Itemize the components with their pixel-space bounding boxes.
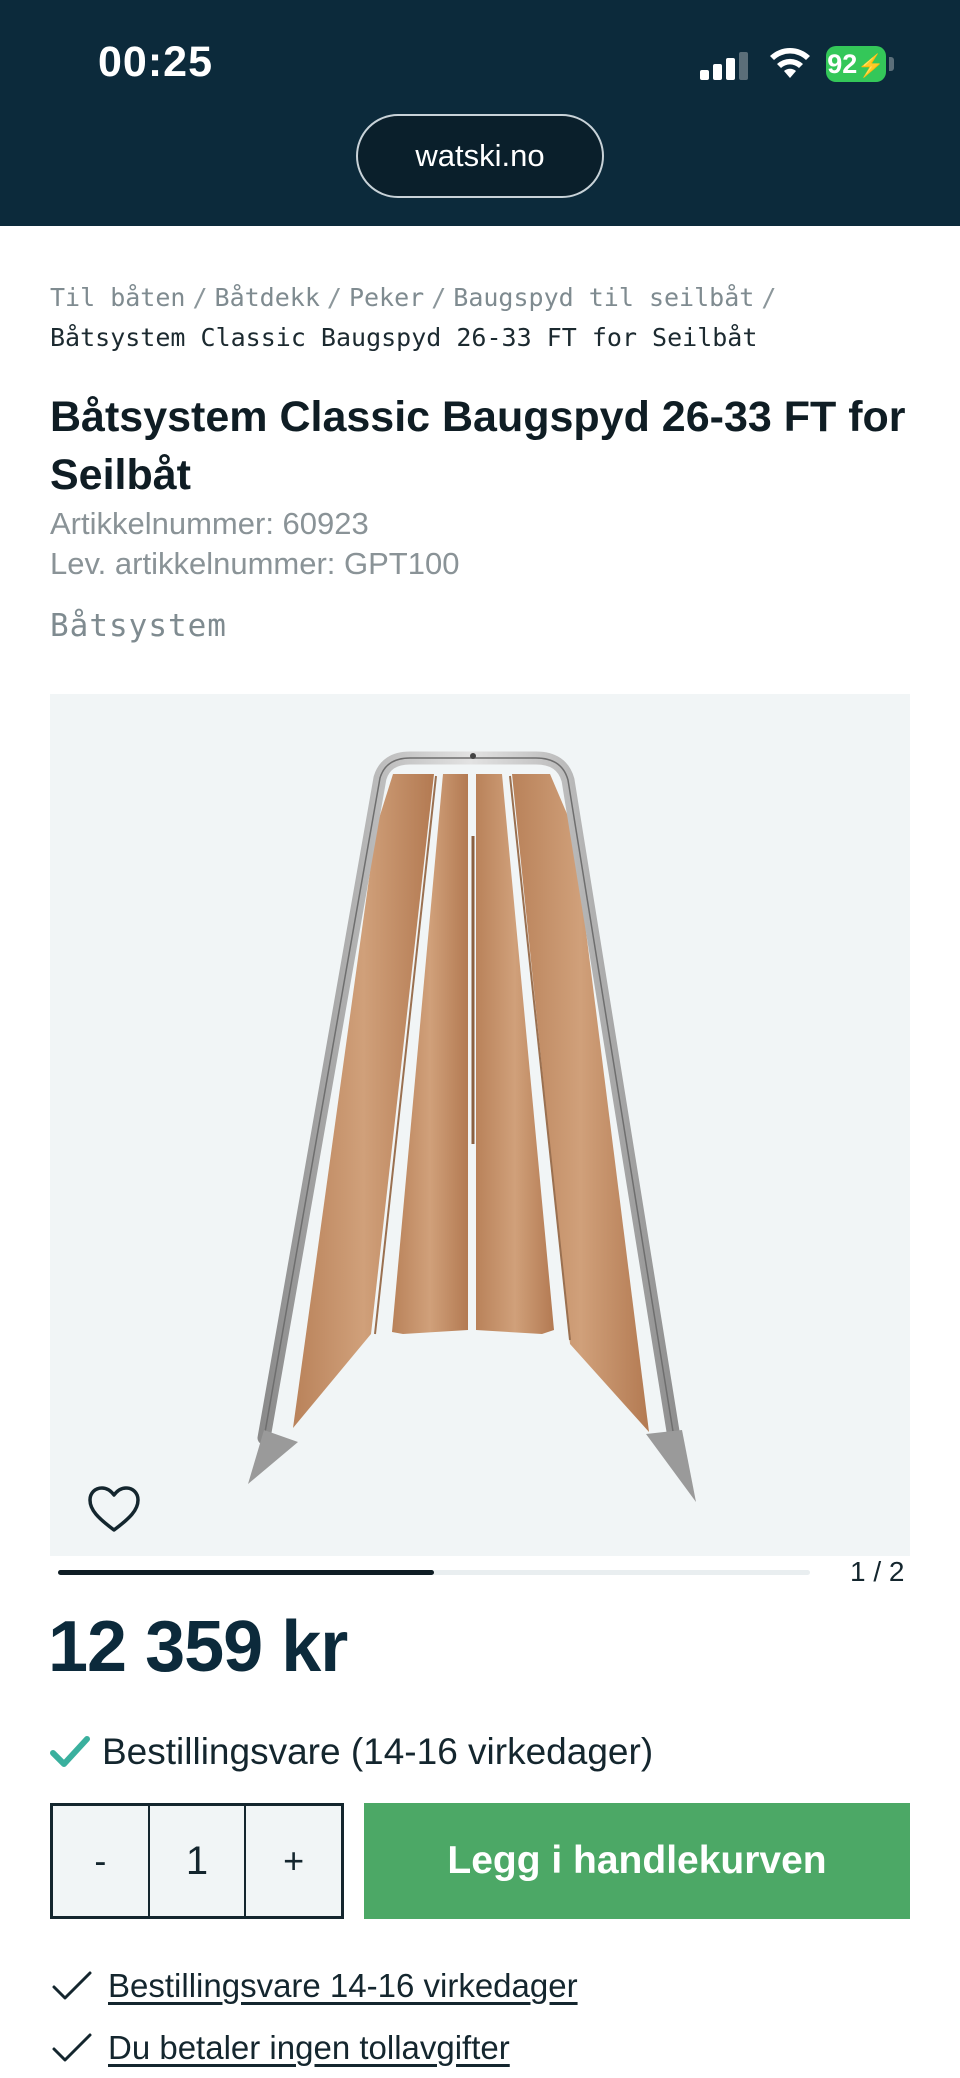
breadcrumb-separator: /: [192, 283, 208, 312]
battery-indicator: 92⚡: [826, 46, 886, 82]
usp-link-delivery[interactable]: Bestillingsvare 14-16 virkedager: [108, 1967, 578, 2005]
product-image-gallery[interactable]: [50, 694, 910, 1556]
quantity-field[interactable]: 1: [147, 1806, 247, 1916]
breadcrumb-separator: /: [761, 283, 777, 312]
quantity-stepper: - 1 +: [50, 1803, 344, 1919]
brand-link[interactable]: Båtsystem: [50, 608, 227, 644]
usp-item: Du betaler ingen tollavgifter: [50, 2024, 510, 2072]
breadcrumb-separator: /: [431, 283, 447, 312]
breadcrumb-separator: /: [326, 283, 342, 312]
supplier-article-number: Lev. artikkelnummer: GPT100: [50, 546, 460, 581]
checkmark-icon: [50, 1736, 90, 1767]
battery-cap: [889, 57, 894, 71]
stock-status: Bestillingsvare (14-16 virkedager): [50, 1728, 653, 1776]
gallery-pager: 1 / 2: [850, 1556, 905, 1587]
breadcrumb-item-baugspyd[interactable]: Baugspyd til seilbåt: [453, 283, 754, 312]
breadcrumb-item-til-baten[interactable]: Til båten: [50, 283, 185, 312]
usp-link-customs[interactable]: Du betaler ingen tollavgifter: [108, 2029, 510, 2067]
battery-level: 92: [827, 49, 858, 79]
checkmark-icon: [52, 2033, 92, 2062]
breadcrumb: Til båten / Båtdekk / Peker / Baugspyd til sei…: [50, 278, 920, 358]
stock-status-text: Bestillingsvare (14-16 virkedager): [102, 1731, 654, 1772]
wifi-icon: [770, 48, 810, 78]
gallery-progress-bar: [58, 1570, 810, 1575]
article-number: Artikkelnummer: 60923: [50, 506, 369, 541]
status-time: 00:25: [98, 38, 213, 86]
product-title: Båtsystem Classic Baugspyd 26-33 FT for …: [50, 393, 906, 499]
add-to-cart-button[interactable]: Legg i handlekurven: [364, 1803, 910, 1919]
usp-item: Bestillingsvare 14-16 virkedager: [50, 1962, 578, 2010]
checkmark-icon: [52, 1971, 92, 2000]
gallery-progress-fill: [58, 1570, 434, 1575]
product-price: 12 359 kr: [48, 1607, 348, 1687]
increment-button[interactable]: +: [246, 1806, 342, 1916]
breadcrumb-item-batdekk[interactable]: Båtdekk: [215, 283, 320, 312]
cellular-signal-icon: [700, 48, 750, 80]
address-bar[interactable]: watski.no: [356, 114, 604, 198]
breadcrumb-current: Båtsystem Classic Baugspyd 26-33 FT for …: [50, 323, 758, 352]
heart-outline-icon[interactable]: [86, 1484, 142, 1534]
breadcrumb-item-peker[interactable]: Peker: [349, 283, 424, 312]
product-image: [248, 751, 696, 1502]
decrement-button[interactable]: -: [53, 1806, 148, 1916]
address-bar-url: watski.no: [415, 138, 545, 173]
top-bar: 00:25 92⚡ watski.no: [0, 0, 960, 226]
